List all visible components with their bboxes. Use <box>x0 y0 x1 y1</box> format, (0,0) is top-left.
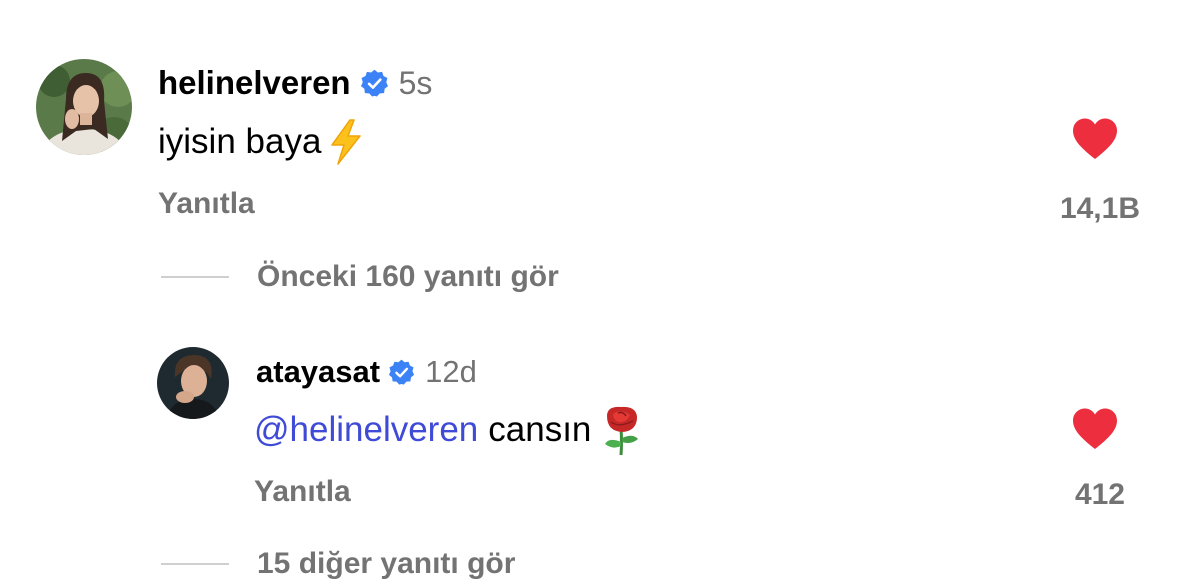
avatar-helinelveren[interactable] <box>36 59 132 155</box>
reply-button[interactable]: Yanıtla <box>158 187 255 221</box>
comment-time: 5s <box>398 64 433 101</box>
comment-text: iyisin baya <box>158 118 363 166</box>
comment-body: iyisin baya <box>158 122 322 161</box>
mention-link[interactable]: @helinelveren <box>254 410 478 450</box>
view-previous-replies-label: Önceki 160 yanıtı gör <box>257 260 559 293</box>
rose-emoji <box>599 404 645 456</box>
thread-line <box>161 563 229 565</box>
comment-username[interactable]: helinelveren <box>158 64 351 102</box>
reply-text: @helinelveren cansın <box>254 404 645 456</box>
heart-filled-icon[interactable] <box>1071 407 1119 451</box>
like-count[interactable]: 412 <box>1075 478 1125 512</box>
avatar-atayasat[interactable] <box>157 347 229 419</box>
reply-username[interactable]: atayasat <box>256 354 380 390</box>
reply-time: 12d <box>425 354 477 389</box>
avatar-image <box>157 347 229 419</box>
heart-filled-icon[interactable] <box>1071 117 1119 161</box>
view-more-replies-button[interactable]: 15 diğer yanıtı gör <box>161 544 515 584</box>
view-more-replies-label: 15 diğer yanıtı gör <box>257 547 516 580</box>
reply-button[interactable]: Yanıtla <box>254 475 351 509</box>
verified-badge-icon <box>360 69 389 98</box>
thread-line <box>161 276 229 278</box>
reply-body: cansın <box>488 410 592 449</box>
verified-badge-icon <box>388 359 415 386</box>
view-previous-replies-button[interactable]: Önceki 160 yanıtı gör <box>161 257 559 297</box>
lightning-emoji <box>329 119 363 165</box>
avatar-image <box>36 59 132 155</box>
like-count[interactable]: 14,1B <box>1060 192 1140 226</box>
